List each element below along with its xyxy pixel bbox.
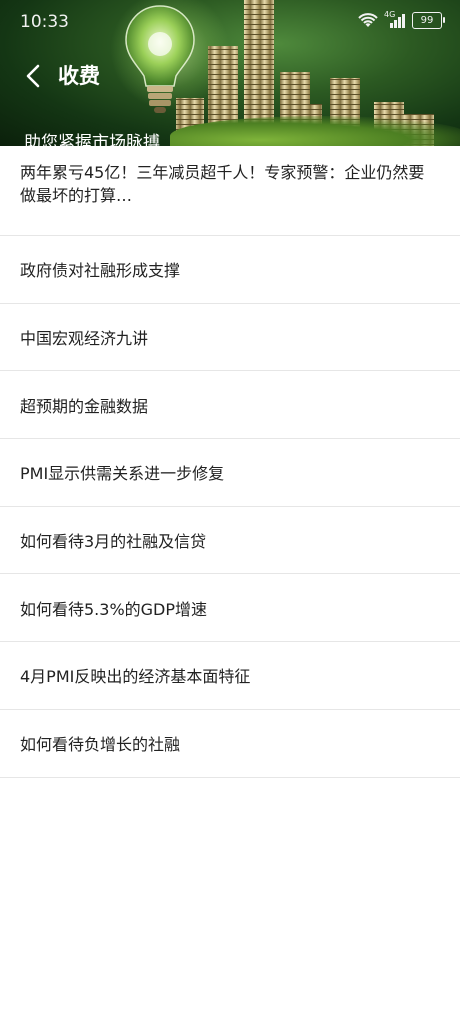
article-title: 4月PMI反映出的经济基本面特征 [20,667,251,687]
list-item[interactable]: 超预期的金融数据 [0,371,460,440]
chevron-left-icon[interactable] [22,62,46,90]
list-item[interactable]: 如何看待3月的社融及信贷 [0,506,460,575]
status-icons: 4G 99 [358,9,445,29]
cellular-signal-icon: 4G [384,9,406,29]
battery-level: 99 [420,15,434,26]
list-item[interactable]: 如何看待负增长的社融 [0,709,460,778]
list-item[interactable]: 两年累亏45亿！三年减员超千人！专家预警：企业仍然要做最坏的打算… [0,146,460,236]
list-item[interactable]: 如何看待5.3%的GDP增速 [0,574,460,643]
list-item[interactable]: 政府债对社融形成支撑 [0,236,460,304]
list-item[interactable]: PMI显示供需关系进一步修复 [0,439,460,507]
header-banner: 10:33 4G 99 收费 助您紧握市场脉搏 [0,0,460,146]
article-title: 两年累亏45亿！三年减员超千人！专家预警：企业仍然要做最坏的打算… [20,163,425,205]
article-title: 如何看待5.3%的GDP增速 [20,599,208,619]
list-item[interactable]: 中国宏观经济九讲 [0,303,460,372]
status-bar: 10:33 4G 99 [0,0,460,46]
list-item[interactable]: 4月PMI反映出的经济基本面特征 [0,642,460,710]
wifi-icon [358,12,378,27]
banner-subtitle: 助您紧握市场脉搏 [24,133,160,146]
article-title: PMI显示供需关系进一步修复 [20,464,225,484]
page-title: 收费 [58,64,100,88]
battery-icon: 99 [412,12,445,29]
article-title: 政府债对社融形成支撑 [20,261,181,281]
article-title: 如何看待3月的社融及信贷 [20,532,207,552]
article-list: 两年累亏45亿！三年减员超千人！专家预警：企业仍然要做最坏的打算… 政府债对社融… [0,146,460,778]
network-type-label: 4G [384,9,396,19]
status-time: 10:33 [20,12,69,32]
article-title: 中国宏观经济九讲 [20,329,149,349]
article-title: 超预期的金融数据 [20,396,149,416]
article-title: 如何看待负增长的社融 [20,735,181,755]
